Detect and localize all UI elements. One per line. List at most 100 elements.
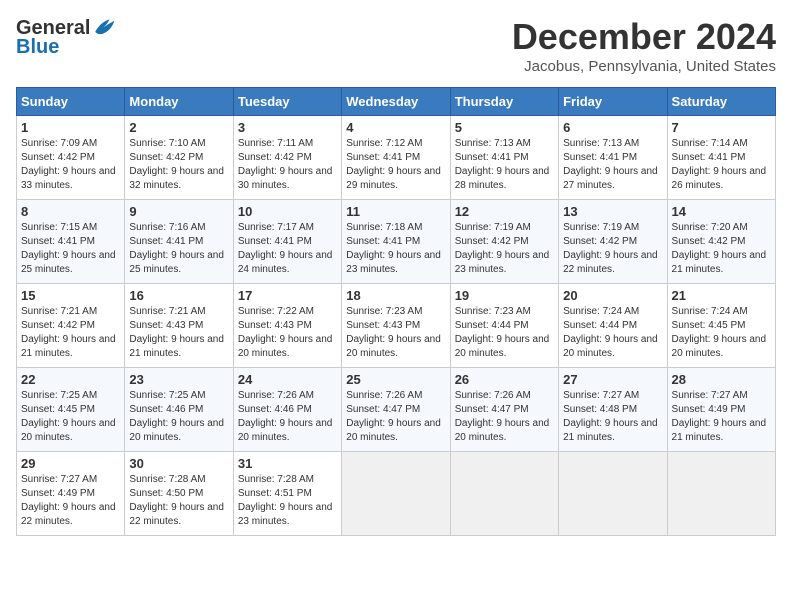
header-saturday: Saturday bbox=[667, 88, 775, 116]
day-number: 2 bbox=[129, 120, 228, 135]
calendar-cell bbox=[667, 452, 775, 536]
day-info: Sunrise: 7:11 AMSunset: 4:42 PMDaylight:… bbox=[238, 137, 337, 193]
day-info: Sunrise: 7:21 AMSunset: 4:43 PMDaylight:… bbox=[129, 305, 228, 361]
day-info: Sunrise: 7:19 AMSunset: 4:42 PMDaylight:… bbox=[563, 221, 662, 277]
calendar-cell bbox=[559, 452, 667, 536]
calendar-week-row: 29 Sunrise: 7:27 AMSunset: 4:49 PMDayligh… bbox=[17, 452, 776, 536]
day-number: 7 bbox=[672, 120, 771, 135]
calendar-cell: 28Sunrise: 7:27 AMSunset: 4:49 PMDayligh… bbox=[667, 368, 775, 452]
day-number: 6 bbox=[563, 120, 662, 135]
calendar-cell: 11 Sunrise: 7:18 AMSunset: 4:41 PMDayligh… bbox=[342, 200, 450, 284]
day-info: Sunrise: 7:24 AMSunset: 4:45 PMDaylight:… bbox=[672, 305, 771, 361]
day-info: Sunrise: 7:16 AMSunset: 4:41 PMDaylight:… bbox=[129, 221, 228, 277]
day-number: 10 bbox=[238, 204, 337, 219]
day-number: 16 bbox=[129, 288, 228, 303]
day-number: 30 bbox=[129, 456, 228, 471]
day-number: 4 bbox=[346, 120, 445, 135]
day-number: 28 bbox=[672, 372, 771, 387]
header-monday: Monday bbox=[125, 88, 233, 116]
calendar-cell: 24 Sunrise: 7:26 AMSunset: 4:46 PMDayligh… bbox=[233, 368, 341, 452]
calendar-cell: 1 Sunrise: 7:09 AMSunset: 4:42 PMDaylight… bbox=[17, 116, 125, 200]
calendar-cell: 9 Sunrise: 7:16 AMSunset: 4:41 PMDaylight… bbox=[125, 200, 233, 284]
day-number: 9 bbox=[129, 204, 228, 219]
day-number: 21 bbox=[672, 288, 771, 303]
header-tuesday: Tuesday bbox=[233, 88, 341, 116]
day-number: 3 bbox=[238, 120, 337, 135]
logo-blue: Blue bbox=[16, 36, 59, 59]
calendar-cell: 8Sunrise: 7:15 AMSunset: 4:41 PMDaylight… bbox=[17, 200, 125, 284]
day-number: 29 bbox=[21, 456, 120, 471]
day-info: Sunrise: 7:24 AMSunset: 4:44 PMDaylight:… bbox=[563, 305, 662, 361]
day-info: Sunrise: 7:26 AMSunset: 4:47 PMDaylight:… bbox=[455, 389, 554, 445]
calendar-cell bbox=[450, 452, 558, 536]
day-number: 11 bbox=[346, 204, 445, 219]
day-info: Sunrise: 7:28 AMSunset: 4:50 PMDaylight:… bbox=[129, 473, 228, 529]
calendar-cell: 10 Sunrise: 7:17 AMSunset: 4:41 PMDayligh… bbox=[233, 200, 341, 284]
calendar-table: SundayMondayTuesdayWednesdayThursdayFrid… bbox=[16, 87, 776, 536]
day-info: Sunrise: 7:19 AMSunset: 4:42 PMDaylight:… bbox=[455, 221, 554, 277]
calendar-cell: 31 Sunrise: 7:28 AMSunset: 4:51 PMDayligh… bbox=[233, 452, 341, 536]
calendar-cell: 23 Sunrise: 7:25 AMSunset: 4:46 PMDayligh… bbox=[125, 368, 233, 452]
day-info: Sunrise: 7:25 AMSunset: 4:46 PMDaylight:… bbox=[129, 389, 228, 445]
day-info: Sunrise: 7:18 AMSunset: 4:41 PMDaylight:… bbox=[346, 221, 445, 277]
day-number: 23 bbox=[129, 372, 228, 387]
day-number: 26 bbox=[455, 372, 554, 387]
day-info: Sunrise: 7:26 AMSunset: 4:47 PMDaylight:… bbox=[346, 389, 445, 445]
calendar-header-row: SundayMondayTuesdayWednesdayThursdayFrid… bbox=[17, 88, 776, 116]
calendar-cell: 22Sunrise: 7:25 AMSunset: 4:45 PMDayligh… bbox=[17, 368, 125, 452]
day-number: 31 bbox=[238, 456, 337, 471]
day-number: 24 bbox=[238, 372, 337, 387]
day-info: Sunrise: 7:21 AMSunset: 4:42 PMDaylight:… bbox=[21, 305, 120, 361]
calendar-cell: 20 Sunrise: 7:24 AMSunset: 4:44 PMDayligh… bbox=[559, 284, 667, 368]
day-info: Sunrise: 7:17 AMSunset: 4:41 PMDaylight:… bbox=[238, 221, 337, 277]
day-number: 25 bbox=[346, 372, 445, 387]
day-info: Sunrise: 7:22 AMSunset: 4:43 PMDaylight:… bbox=[238, 305, 337, 361]
day-info: Sunrise: 7:15 AMSunset: 4:41 PMDaylight:… bbox=[21, 221, 120, 277]
day-info: Sunrise: 7:12 AMSunset: 4:41 PMDaylight:… bbox=[346, 137, 445, 193]
day-info: Sunrise: 7:13 AMSunset: 4:41 PMDaylight:… bbox=[563, 137, 662, 193]
logo-bird-icon bbox=[92, 16, 116, 40]
header-wednesday: Wednesday bbox=[342, 88, 450, 116]
day-info: Sunrise: 7:09 AMSunset: 4:42 PMDaylight:… bbox=[21, 137, 120, 193]
calendar-cell: 29 Sunrise: 7:27 AMSunset: 4:49 PMDayligh… bbox=[17, 452, 125, 536]
calendar-cell: 19Sunrise: 7:23 AMSunset: 4:44 PMDayligh… bbox=[450, 284, 558, 368]
calendar-cell: 30 Sunrise: 7:28 AMSunset: 4:50 PMDayligh… bbox=[125, 452, 233, 536]
calendar-cell: 13Sunrise: 7:19 AMSunset: 4:42 PMDayligh… bbox=[559, 200, 667, 284]
day-info: Sunrise: 7:20 AMSunset: 4:42 PMDaylight:… bbox=[672, 221, 771, 277]
calendar-cell bbox=[342, 452, 450, 536]
calendar-week-row: 8Sunrise: 7:15 AMSunset: 4:41 PMDaylight… bbox=[17, 200, 776, 284]
header-thursday: Thursday bbox=[450, 88, 558, 116]
day-number: 20 bbox=[563, 288, 662, 303]
logo: General Blue bbox=[16, 16, 116, 59]
calendar-cell: 25 Sunrise: 7:26 AMSunset: 4:47 PMDayligh… bbox=[342, 368, 450, 452]
calendar-cell: 5Sunrise: 7:13 AMSunset: 4:41 PMDaylight… bbox=[450, 116, 558, 200]
calendar-cell: 3 Sunrise: 7:11 AMSunset: 4:42 PMDaylight… bbox=[233, 116, 341, 200]
calendar-week-row: 15 Sunrise: 7:21 AMSunset: 4:42 PMDayligh… bbox=[17, 284, 776, 368]
day-info: Sunrise: 7:25 AMSunset: 4:45 PMDaylight:… bbox=[21, 389, 120, 445]
day-info: Sunrise: 7:23 AMSunset: 4:44 PMDaylight:… bbox=[455, 305, 554, 361]
calendar-cell: 14Sunrise: 7:20 AMSunset: 4:42 PMDayligh… bbox=[667, 200, 775, 284]
page-header: General Blue December 2024 Jacobus, Penn… bbox=[16, 16, 776, 75]
day-info: Sunrise: 7:27 AMSunset: 4:48 PMDaylight:… bbox=[563, 389, 662, 445]
day-number: 17 bbox=[238, 288, 337, 303]
header-friday: Friday bbox=[559, 88, 667, 116]
calendar-cell: 6 Sunrise: 7:13 AMSunset: 4:41 PMDaylight… bbox=[559, 116, 667, 200]
day-info: Sunrise: 7:13 AMSunset: 4:41 PMDaylight:… bbox=[455, 137, 554, 193]
day-info: Sunrise: 7:28 AMSunset: 4:51 PMDaylight:… bbox=[238, 473, 337, 529]
day-number: 18 bbox=[346, 288, 445, 303]
day-info: Sunrise: 7:23 AMSunset: 4:43 PMDaylight:… bbox=[346, 305, 445, 361]
day-number: 27 bbox=[563, 372, 662, 387]
calendar-cell: 17 Sunrise: 7:22 AMSunset: 4:43 PMDayligh… bbox=[233, 284, 341, 368]
month-title: December 2024 bbox=[512, 16, 776, 58]
calendar-cell: 18 Sunrise: 7:23 AMSunset: 4:43 PMDayligh… bbox=[342, 284, 450, 368]
calendar-cell: 2Sunrise: 7:10 AMSunset: 4:42 PMDaylight… bbox=[125, 116, 233, 200]
calendar-week-row: 22Sunrise: 7:25 AMSunset: 4:45 PMDayligh… bbox=[17, 368, 776, 452]
calendar-cell: 26 Sunrise: 7:26 AMSunset: 4:47 PMDayligh… bbox=[450, 368, 558, 452]
calendar-cell: 4 Sunrise: 7:12 AMSunset: 4:41 PMDaylight… bbox=[342, 116, 450, 200]
calendar-cell: 15 Sunrise: 7:21 AMSunset: 4:42 PMDayligh… bbox=[17, 284, 125, 368]
calendar-cell: 21 Sunrise: 7:24 AMSunset: 4:45 PMDayligh… bbox=[667, 284, 775, 368]
day-info: Sunrise: 7:26 AMSunset: 4:46 PMDaylight:… bbox=[238, 389, 337, 445]
day-info: Sunrise: 7:27 AMSunset: 4:49 PMDaylight:… bbox=[21, 473, 120, 529]
day-number: 1 bbox=[21, 120, 120, 135]
day-number: 15 bbox=[21, 288, 120, 303]
